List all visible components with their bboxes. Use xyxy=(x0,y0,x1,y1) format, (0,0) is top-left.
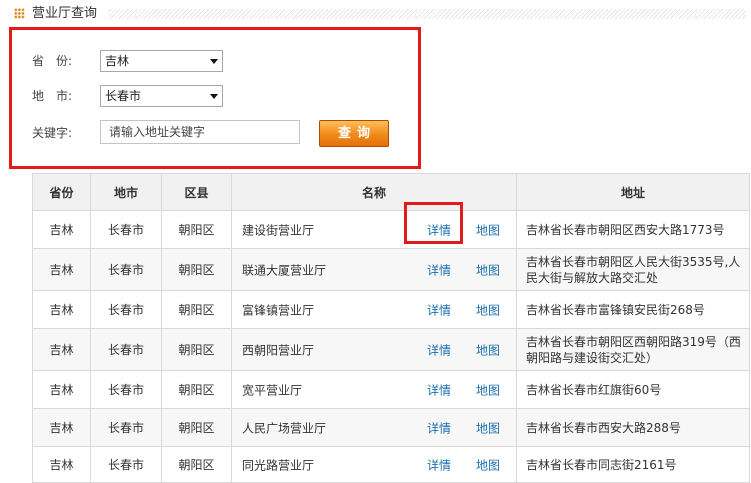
cell-name: 同光路营业厅 详情 地图 xyxy=(231,446,517,483)
detail-link[interactable]: 详情 xyxy=(427,456,451,473)
table-header-row: 省份 地市 区县 名称 地址 xyxy=(32,173,750,211)
office-name: 西朝阳营业厅 xyxy=(242,343,315,357)
cell-district: 朝阳区 xyxy=(161,446,232,483)
map-link[interactable]: 地图 xyxy=(476,221,500,238)
cell-province: 吉林 xyxy=(32,248,91,291)
cell-address: 吉林省长春市朝阳区西安大路1773号 xyxy=(516,210,750,249)
chevron-down-icon xyxy=(210,94,218,99)
map-link[interactable]: 地图 xyxy=(476,381,500,398)
cell-city: 长春市 xyxy=(90,446,162,483)
header-name: 名称 xyxy=(231,173,517,211)
cell-province: 吉林 xyxy=(32,290,91,329)
detail-link[interactable]: 详情 xyxy=(427,301,451,318)
table-row: 吉林 长春市 朝阳区 富锋镇营业厅 详情 地图 吉林省长春市富锋镇安民街268号 xyxy=(32,290,750,329)
cell-address: 吉林省长春市红旗街60号 xyxy=(516,370,750,409)
cell-name: 宽平营业厅 详情 地图 xyxy=(231,370,517,409)
city-row: 地 市: 长春市 xyxy=(32,85,223,107)
header-city: 地市 xyxy=(90,173,162,211)
cell-city: 长春市 xyxy=(90,408,162,447)
cell-province: 吉林 xyxy=(32,328,91,371)
cell-province: 吉林 xyxy=(32,408,91,447)
table-row: 吉林 长春市 朝阳区 人民广场营业厅 详情 地图 吉林省长春市西安大路288号 xyxy=(32,408,750,447)
query-button[interactable]: 查询 xyxy=(319,120,389,147)
city-select-value: 长春市 xyxy=(105,89,142,103)
city-label: 地 市: xyxy=(32,89,73,103)
cell-address: 吉林省长春市朝阳区人民大街3535号,人民大街与解放大路交汇处 xyxy=(516,248,750,291)
map-link[interactable]: 地图 xyxy=(476,301,500,318)
cell-address: 吉林省长春市同志街2161号 xyxy=(516,446,750,483)
results-table: 省份 地市 区县 名称 地址 吉林 长春市 朝阳区 建设街营业厅 详情 地图 吉… xyxy=(32,173,750,483)
office-name: 宽平营业厅 xyxy=(242,383,303,397)
chevron-down-icon xyxy=(210,59,218,64)
search-form-highlight: 省 份: 吉林 地 市: 长春市 关键字: 查询 xyxy=(9,27,421,169)
title-divider xyxy=(108,9,746,19)
cell-city: 长春市 xyxy=(90,370,162,409)
province-select-value: 吉林 xyxy=(105,54,130,68)
city-select[interactable]: 长春市 xyxy=(100,85,223,107)
table-row: 吉林 长春市 朝阳区 宽平营业厅 详情 地图 吉林省长春市红旗街60号 xyxy=(32,370,750,409)
cell-province: 吉林 xyxy=(32,446,91,483)
cell-province: 吉林 xyxy=(32,370,91,409)
section-title-bar: 营业厅查询 xyxy=(8,6,746,22)
cell-address: 吉林省长春市富锋镇安民街268号 xyxy=(516,290,750,329)
office-name: 联通大厦营业厅 xyxy=(242,263,327,277)
keyword-label: 关键字: xyxy=(32,126,73,140)
cell-district: 朝阳区 xyxy=(161,408,232,447)
office-name: 富锋镇营业厅 xyxy=(242,303,315,317)
cell-province: 吉林 xyxy=(32,210,91,249)
cell-district: 朝阳区 xyxy=(161,370,232,409)
cell-city: 长春市 xyxy=(90,328,162,371)
map-link[interactable]: 地图 xyxy=(476,261,500,278)
province-row: 省 份: 吉林 xyxy=(32,50,223,72)
cell-district: 朝阳区 xyxy=(161,328,232,371)
office-name: 同光路营业厅 xyxy=(242,458,315,472)
detail-link[interactable]: 详情 xyxy=(427,381,451,398)
cell-name: 人民广场营业厅 详情 地图 xyxy=(231,408,517,447)
cell-address: 吉林省长春市朝阳区西朝阳路319号（西朝阳路与建设街交汇处） xyxy=(516,328,750,371)
table-row: 吉林 长春市 朝阳区 建设街营业厅 详情 地图 吉林省长春市朝阳区西安大路177… xyxy=(32,210,750,249)
map-link[interactable]: 地图 xyxy=(476,341,500,358)
header-province: 省份 xyxy=(32,173,91,211)
detail-link[interactable]: 详情 xyxy=(427,419,451,436)
cell-name: 富锋镇营业厅 详情 地图 xyxy=(231,290,517,329)
header-district: 区县 xyxy=(161,173,232,211)
map-link[interactable]: 地图 xyxy=(476,456,500,473)
cell-address: 吉林省长春市西安大路288号 xyxy=(516,408,750,447)
province-select[interactable]: 吉林 xyxy=(100,50,223,72)
cell-name: 联通大厦营业厅 详情 地图 xyxy=(231,248,517,291)
keyword-input[interactable] xyxy=(100,120,300,144)
cell-city: 长春市 xyxy=(90,290,162,329)
table-row: 吉林 长春市 朝阳区 西朝阳营业厅 详情 地图 吉林省长春市朝阳区西朝阳路319… xyxy=(32,328,750,371)
page-title: 营业厅查询 xyxy=(32,6,98,21)
table-row: 吉林 长春市 朝阳区 联通大厦营业厅 详情 地图 吉林省长春市朝阳区人民大街35… xyxy=(32,248,750,291)
detail-link-highlight xyxy=(404,202,463,244)
header-address: 地址 xyxy=(516,173,750,211)
cell-district: 朝阳区 xyxy=(161,210,232,249)
cell-name: 西朝阳营业厅 详情 地图 xyxy=(231,328,517,371)
cell-district: 朝阳区 xyxy=(161,248,232,291)
cell-city: 长春市 xyxy=(90,248,162,291)
cell-name: 建设街营业厅 详情 地图 xyxy=(231,210,517,249)
detail-link[interactable]: 详情 xyxy=(427,341,451,358)
table-row: 吉林 长春市 朝阳区 同光路营业厅 详情 地图 吉林省长春市同志街2161号 xyxy=(32,446,750,483)
detail-link[interactable]: 详情 xyxy=(427,261,451,278)
office-name: 人民广场营业厅 xyxy=(242,421,327,435)
cell-district: 朝阳区 xyxy=(161,290,232,329)
grid-dots-icon xyxy=(14,8,25,19)
map-link[interactable]: 地图 xyxy=(476,419,500,436)
cell-city: 长春市 xyxy=(90,210,162,249)
province-label: 省 份: xyxy=(32,54,73,68)
keyword-row: 关键字: xyxy=(32,120,300,144)
office-name: 建设街营业厅 xyxy=(242,223,315,237)
